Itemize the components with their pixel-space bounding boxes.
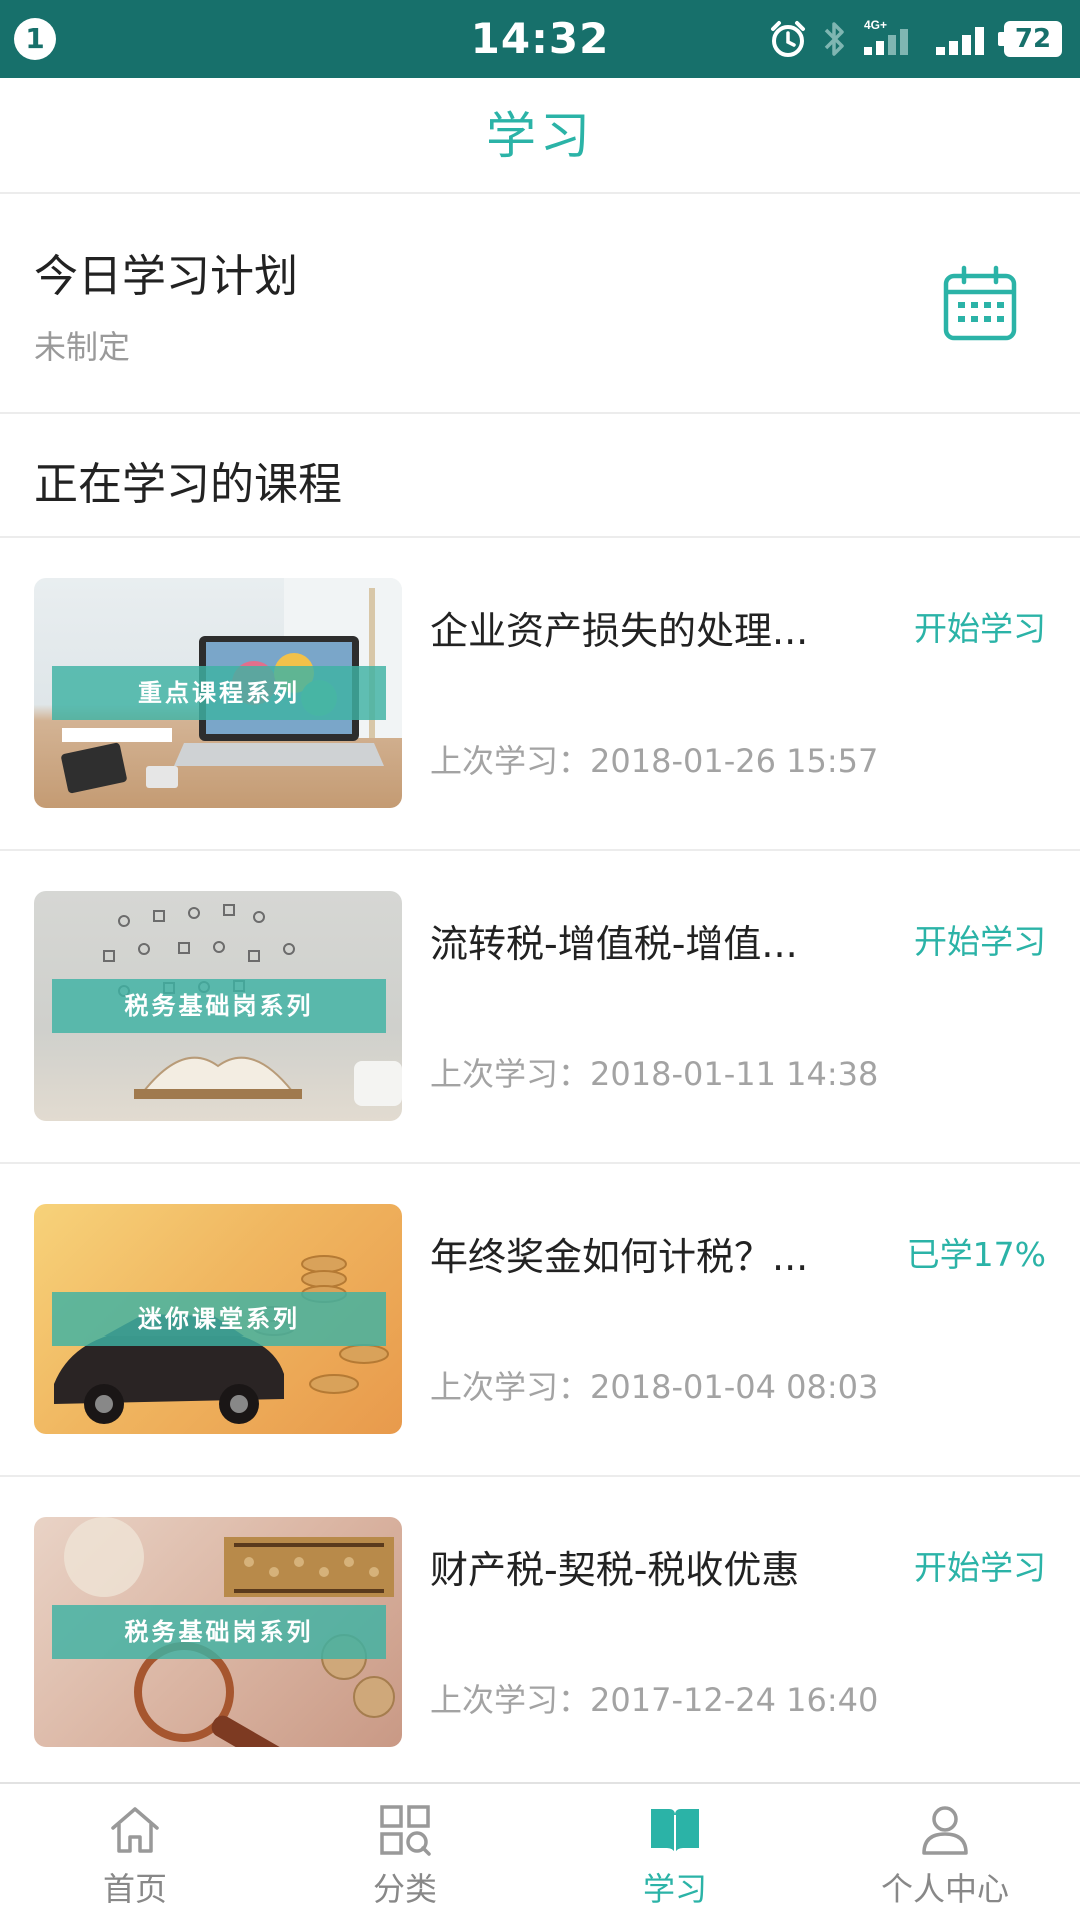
page-title: 学习 — [486, 107, 594, 165]
nav-item-category[interactable]: 分类 — [270, 1784, 540, 1920]
nav-label: 个人中心 — [880, 1870, 1009, 1908]
plan-title: 今日学习计划 — [34, 251, 298, 302]
status-bar: 1 14:32 4G+ 72 — [0, 0, 1080, 78]
course-action-button[interactable]: 开始学习 — [914, 915, 1046, 963]
course-thumbnail[interactable]: 迷你课堂系列 — [34, 1204, 402, 1434]
thumbnail-label: 重点课程系列 — [52, 666, 386, 720]
thumbnail-label: 税务基础岗系列 — [52, 979, 386, 1033]
course-title[interactable]: 企业资产损失的处理... — [430, 600, 840, 655]
section-title: 正在学习的课程 — [34, 459, 342, 510]
category-icon — [378, 1804, 432, 1856]
course-title[interactable]: 财产税-契税-税收优惠 — [430, 1539, 840, 1594]
course-action-button[interactable]: 已学17% — [907, 1228, 1046, 1276]
nav-label: 首页 — [102, 1870, 167, 1908]
thumbnail-label: 税务基础岗系列 — [52, 1605, 386, 1659]
bluetooth-icon — [822, 19, 848, 59]
last-study-time: 上次学习：2018-01-26 15:57 — [430, 742, 879, 780]
calendar-icon[interactable] — [940, 264, 1020, 344]
nav-item-home[interactable]: 首页 — [0, 1784, 270, 1920]
battery-icon: 72 — [998, 21, 1062, 57]
bottom-nav: 首页 分类 学习 个人中心 — [0, 1782, 1080, 1920]
course-action-button[interactable]: 开始学习 — [914, 1541, 1046, 1589]
course-item[interactable]: 税务基础岗系列 流转税-增值税-增值... 开始学习 上次学习：2018-01-… — [0, 851, 1080, 1164]
course-title[interactable]: 年终奖金如何计税？... — [430, 1226, 840, 1281]
course-action-button[interactable]: 开始学习 — [914, 602, 1046, 650]
course-thumbnail[interactable]: 税务基础岗系列 — [34, 1517, 402, 1747]
course-item[interactable]: 税务基础岗系列 财产税-契税-税收优惠 开始学习 上次学习：2017-12-24… — [0, 1477, 1080, 1790]
user-icon — [918, 1804, 972, 1856]
course-title[interactable]: 流转税-增值税-增值... — [430, 913, 840, 968]
last-study-time: 上次学习：2018-01-11 14:38 — [430, 1055, 879, 1093]
book-icon — [648, 1804, 702, 1856]
current-courses-section: 正在学习的课程 — [0, 414, 1080, 538]
course-item[interactable]: 重点课程系列 企业资产损失的处理... 开始学习 上次学习：2018-01-26… — [0, 538, 1080, 851]
nav-item-study[interactable]: 学习 — [540, 1784, 810, 1920]
last-study-time: 上次学习：2018-01-04 08:03 — [430, 1368, 879, 1406]
signal-4g-icon: 4G+ — [862, 19, 920, 59]
signal-icon — [934, 19, 990, 59]
last-study-time: 上次学习：2017-12-24 16:40 — [430, 1681, 879, 1719]
plan-status: 未制定 — [34, 328, 131, 366]
nav-label: 学习 — [642, 1870, 707, 1908]
nav-label: 分类 — [372, 1870, 437, 1908]
today-plan-card[interactable]: 今日学习计划 未制定 — [0, 194, 1080, 414]
page-header: 学习 — [0, 78, 1080, 194]
thumbnail-label: 迷你课堂系列 — [52, 1292, 386, 1346]
course-list: 重点课程系列 企业资产损失的处理... 开始学习 上次学习：2018-01-26… — [0, 538, 1080, 1790]
home-icon — [108, 1804, 162, 1856]
course-thumbnail[interactable]: 重点课程系列 — [34, 578, 402, 808]
course-item[interactable]: 迷你课堂系列 年终奖金如何计税？... 已学17% 上次学习：2018-01-0… — [0, 1164, 1080, 1477]
status-icons: 4G+ 72 — [768, 16, 1062, 62]
nav-item-profile[interactable]: 个人中心 — [810, 1784, 1080, 1920]
alarm-icon — [768, 19, 808, 59]
svg-text:4G+: 4G+ — [864, 19, 887, 32]
course-thumbnail[interactable]: 税务基础岗系列 — [34, 891, 402, 1121]
